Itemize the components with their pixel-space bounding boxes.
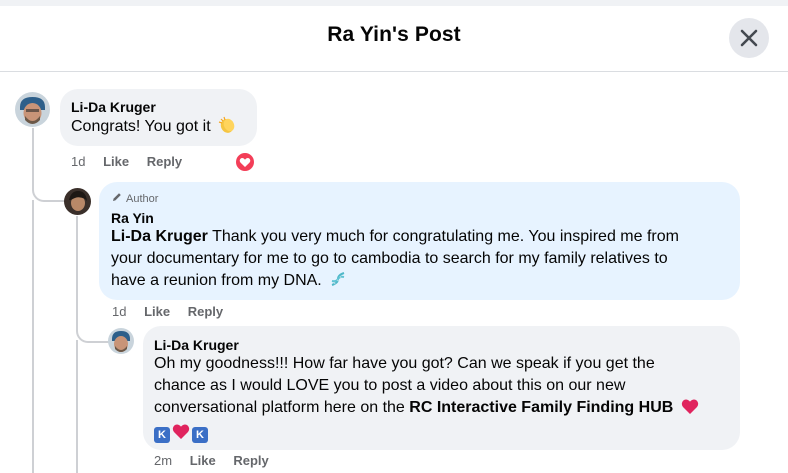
close-icon [740,29,758,47]
avatar[interactable] [108,328,134,354]
close-button[interactable] [729,18,769,58]
comment-actions: 1d Like Reply [71,154,182,169]
thread-line [32,200,34,473]
k-letter-icon: K [192,427,208,443]
comment-text-line: chance as I would LOVE you to post a vid… [154,377,626,394]
avatar-image [64,188,91,215]
comment-text-line: have a reunion from my DNA. [111,272,322,289]
author-badge: Author [111,191,158,205]
hub-name: RC Interactive Family Finding HUB [409,399,674,416]
comment-actions: 2m Like Reply [154,453,269,468]
comment-author[interactable]: Li-Da Kruger [154,336,239,354]
avatar-image [108,328,134,354]
avatar[interactable] [64,188,91,215]
comment-text-line: your documentary for me to go to cambodi… [111,250,668,267]
dialog-title: Ra Yin's Post [327,23,461,46]
comment-author[interactable]: Ra Yin [111,209,154,227]
thread-line [32,128,66,202]
comment-bubble: Li-Da Kruger Congrats! You got it [60,89,257,146]
like-button[interactable]: Like [190,453,216,468]
avatar-image [15,92,50,127]
post-dialog-header: Ra Yin's Post [0,6,788,72]
comment-timestamp[interactable]: 1d [71,154,85,169]
emoji-row: K K [154,423,734,447]
comment-text-line: conversational platform here on the [154,399,410,416]
avatar[interactable] [15,92,50,127]
reply-button[interactable]: Reply [233,453,268,468]
comment-timestamp[interactable]: 2m [154,453,172,468]
comment-actions: 1d Like Reply [112,304,223,319]
thread-line [76,340,78,473]
like-button[interactable]: Like [103,154,129,169]
mention-link[interactable]: Li-Da Kruger [111,228,208,245]
heart-icon [172,423,190,447]
clapping-hands-icon [218,116,236,141]
love-reaction-icon[interactable] [234,151,256,173]
heart-icon [681,398,699,422]
comment-text-content: Congrats! You got it [71,118,211,135]
reply-button[interactable]: Reply [188,304,223,319]
comment-bubble: Li-Da Kruger Oh my goodness!!! How far h… [143,326,740,450]
author-badge-label: Author [126,193,159,205]
like-button[interactable]: Like [144,304,170,319]
comment-author[interactable]: Li-Da Kruger [71,98,156,116]
pencil-icon [113,193,121,201]
comment-text: Oh my goodness!!! How far have you got? … [154,353,734,445]
comment-timestamp[interactable]: 1d [112,304,126,319]
comment-text-line: Oh my goodness!!! How far have you got? … [154,355,655,372]
k-letter-icon: K [154,427,170,443]
comment-text: Li-Da Kruger Thank you very much for con… [111,226,733,295]
comment-bubble: Author Ra Yin Li-Da Kruger Thank you ver… [99,182,740,300]
dna-icon [329,270,347,295]
reply-button[interactable]: Reply [147,154,182,169]
comment-text-line: Thank you very much for congratulating m… [207,228,679,245]
comment-text: Congrats! You got it [71,116,236,141]
